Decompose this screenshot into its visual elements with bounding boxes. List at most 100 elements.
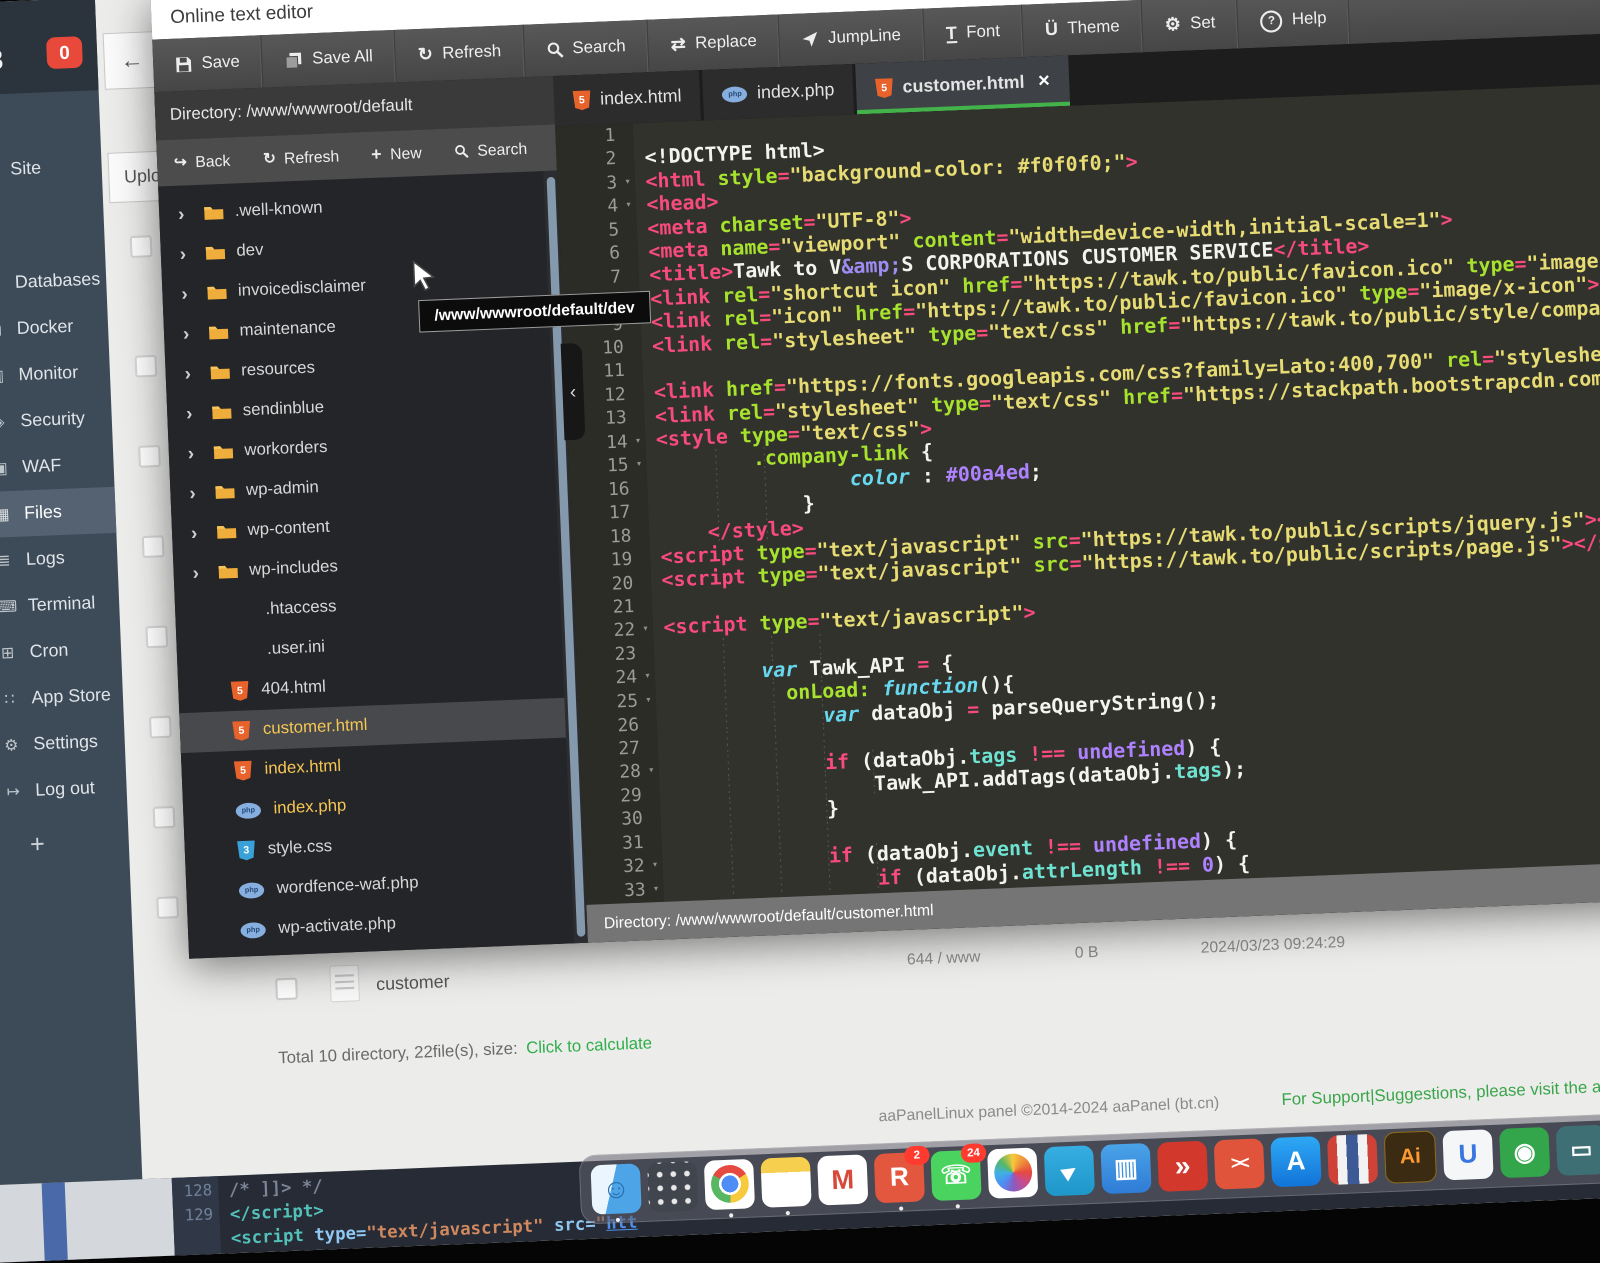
close-tab-icon[interactable]: × <box>1038 70 1051 94</box>
dock-icon-forward[interactable]: » <box>1157 1140 1208 1191</box>
code-area[interactable]: 123▾4▾567891011121314▾15▾16171819202122▾… <box>555 84 1600 905</box>
folder-icon <box>209 363 231 381</box>
dock-icon-photos[interactable] <box>987 1147 1038 1198</box>
dock-icon-finder[interactable]: ☺ <box>590 1163 641 1214</box>
sidebar-item-monitor[interactable]: ▥Monitor <box>0 348 111 401</box>
dock-icon-downloader[interactable]: U <box>1442 1129 1493 1180</box>
calculate-size-link[interactable]: Click to calculate <box>526 1035 653 1058</box>
tree-back-button[interactable]: ↪Back <box>157 149 247 174</box>
row-checkbox[interactable] <box>156 896 179 919</box>
sidebar-item-app-store[interactable]: ∷App Store <box>0 671 124 724</box>
sidebar-item-files[interactable]: ▦Files <box>0 487 116 540</box>
file-name[interactable]: customer <box>376 971 450 995</box>
dock-icon-screen-share[interactable]: ▭ <box>1556 1124 1600 1175</box>
dock-icon-r-app[interactable]: R2 <box>874 1151 925 1202</box>
dock-icon-remote-desktop[interactable]: >< <box>1214 1138 1265 1189</box>
sidebar-item-label: App Store <box>31 684 111 708</box>
chevron-right-icon[interactable]: › <box>186 402 204 425</box>
dock-icon-app-store[interactable]: A <box>1270 1136 1321 1187</box>
dock-icon-gmail[interactable]: M <box>817 1154 868 1205</box>
databases-icon: ▤ <box>0 274 6 294</box>
chevron-right-icon[interactable]: › <box>187 442 205 465</box>
fold-arrow-icon[interactable]: ▾ <box>627 430 642 454</box>
support-link[interactable]: For Support|Suggestions, please visit th… <box>1281 1078 1600 1110</box>
dock-icon-illustrator[interactable]: Ai <box>1384 1130 1437 1183</box>
sidebar-item-label: Terminal <box>27 593 95 617</box>
save-all-button[interactable]: Save All <box>262 30 397 88</box>
dock-icon-launchpad[interactable] <box>647 1161 698 1212</box>
tree-search-button[interactable]: Search <box>437 139 543 161</box>
set-button[interactable]: ⚙Set <box>1142 0 1240 52</box>
refresh-button[interactable]: ↻Refresh <box>395 25 525 83</box>
folder-icon <box>206 284 228 302</box>
chevron-right-icon[interactable]: › <box>191 521 209 544</box>
chevron-right-icon[interactable]: › <box>179 242 197 265</box>
theme-button[interactable]: ÜTheme <box>1022 0 1144 57</box>
fold-arrow-icon[interactable]: ▾ <box>645 878 660 902</box>
php-file-icon: php <box>240 921 266 938</box>
jumpline-button[interactable]: JumpLine <box>779 9 925 67</box>
chevron-right-icon[interactable]: › <box>184 362 202 385</box>
code-content[interactable]: <!DOCTYPE html><html style="background-c… <box>633 84 1600 902</box>
fold-arrow-icon[interactable]: ▾ <box>637 665 652 689</box>
fold-arrow-icon[interactable]: ▾ <box>635 618 650 642</box>
replace-button[interactable]: ⇄Replace <box>648 14 781 72</box>
sidebar-item-terminal[interactable]: ⌨Terminal <box>0 579 120 632</box>
sidebar-item-site[interactable]: ⌂Site <box>0 143 103 196</box>
fold-arrow-icon[interactable]: ▾ <box>617 171 632 195</box>
folder-icon <box>205 244 227 262</box>
sidebar-item-docker[interactable]: ▢Docker <box>0 302 109 355</box>
chevron-right-icon[interactable]: › <box>181 282 199 305</box>
tree-new-button[interactable]: +New <box>354 140 438 167</box>
help-button[interactable]: ?Help <box>1237 0 1350 49</box>
tab-index.php[interactable]: phpindex.php <box>703 64 855 120</box>
sidebar-item-waf[interactable]: ▣WAF <box>0 441 115 494</box>
row-checkbox[interactable] <box>134 355 157 378</box>
sidebar-item-databases[interactable]: ▤Databases <box>0 256 107 309</box>
sidebar-item-cron[interactable]: ⊞Cron <box>0 625 122 678</box>
row-checkbox[interactable] <box>142 535 165 558</box>
sidebar-item-label: Docker <box>16 316 73 339</box>
tab-index.html[interactable]: 5index.html <box>553 70 701 126</box>
row-checkbox[interactable] <box>130 235 153 258</box>
sidebar-add-button[interactable]: + <box>0 827 129 863</box>
sidebar-item-log-out[interactable]: ↦Log out <box>0 764 127 817</box>
dock-icon-books[interactable]: ▥ <box>1100 1142 1151 1193</box>
panel-collapse-handle[interactable]: ‹ <box>561 343 586 440</box>
tab-customer.html[interactable]: 5customer.html× <box>855 55 1069 114</box>
chevron-right-icon[interactable]: › <box>189 481 207 504</box>
line-number: 3▾ <box>557 170 636 197</box>
chevron-right-icon[interactable]: › <box>178 202 196 225</box>
customer-row-checkbox[interactable] <box>275 977 298 1000</box>
fold-arrow-icon[interactable]: ▾ <box>640 760 655 784</box>
fold-arrow-icon[interactable]: ▾ <box>644 854 659 878</box>
row-checkbox[interactable] <box>149 716 172 739</box>
dock-icon-telegram[interactable]: ▸ <box>1044 1145 1095 1196</box>
save-button[interactable]: Save <box>152 35 264 92</box>
message-count-badge[interactable]: 0 <box>46 36 83 69</box>
tree-item-label: maintenance <box>239 318 336 341</box>
search-button[interactable]: Search <box>523 20 650 77</box>
chevron-right-icon[interactable]: › <box>192 561 210 584</box>
sidebar-item-security[interactable]: ◈Security <box>0 394 113 447</box>
sidebar-item-settings[interactable]: ⚙Settings <box>0 718 126 771</box>
row-checkbox[interactable] <box>145 625 168 648</box>
row-checkbox[interactable] <box>153 806 176 829</box>
tree-item-label: .user.ini <box>267 638 326 659</box>
fold-arrow-icon[interactable]: ▾ <box>618 194 633 218</box>
dock-icon-chrome[interactable] <box>704 1158 755 1209</box>
dock-icon-whatsapp[interactable]: ☏24 <box>930 1149 981 1200</box>
dock-icon-green-app[interactable]: ◉ <box>1499 1126 1550 1177</box>
fold-arrow-icon <box>627 418 641 419</box>
row-checkbox[interactable] <box>138 445 161 468</box>
line-number: 23 <box>576 642 655 669</box>
fold-arrow-icon <box>634 606 648 607</box>
tree-refresh-button[interactable]: ↻Refresh <box>246 145 356 170</box>
dock-icon-passbook[interactable] <box>1327 1133 1378 1184</box>
html-file-icon: 5 <box>232 720 251 741</box>
fold-arrow-icon[interactable]: ▾ <box>638 689 653 713</box>
chevron-right-icon[interactable]: › <box>183 322 201 345</box>
font-button[interactable]: TFont <box>923 5 1024 61</box>
fold-arrow-icon[interactable]: ▾ <box>628 453 643 477</box>
sidebar-item-logs[interactable]: ≣Logs <box>0 533 118 586</box>
